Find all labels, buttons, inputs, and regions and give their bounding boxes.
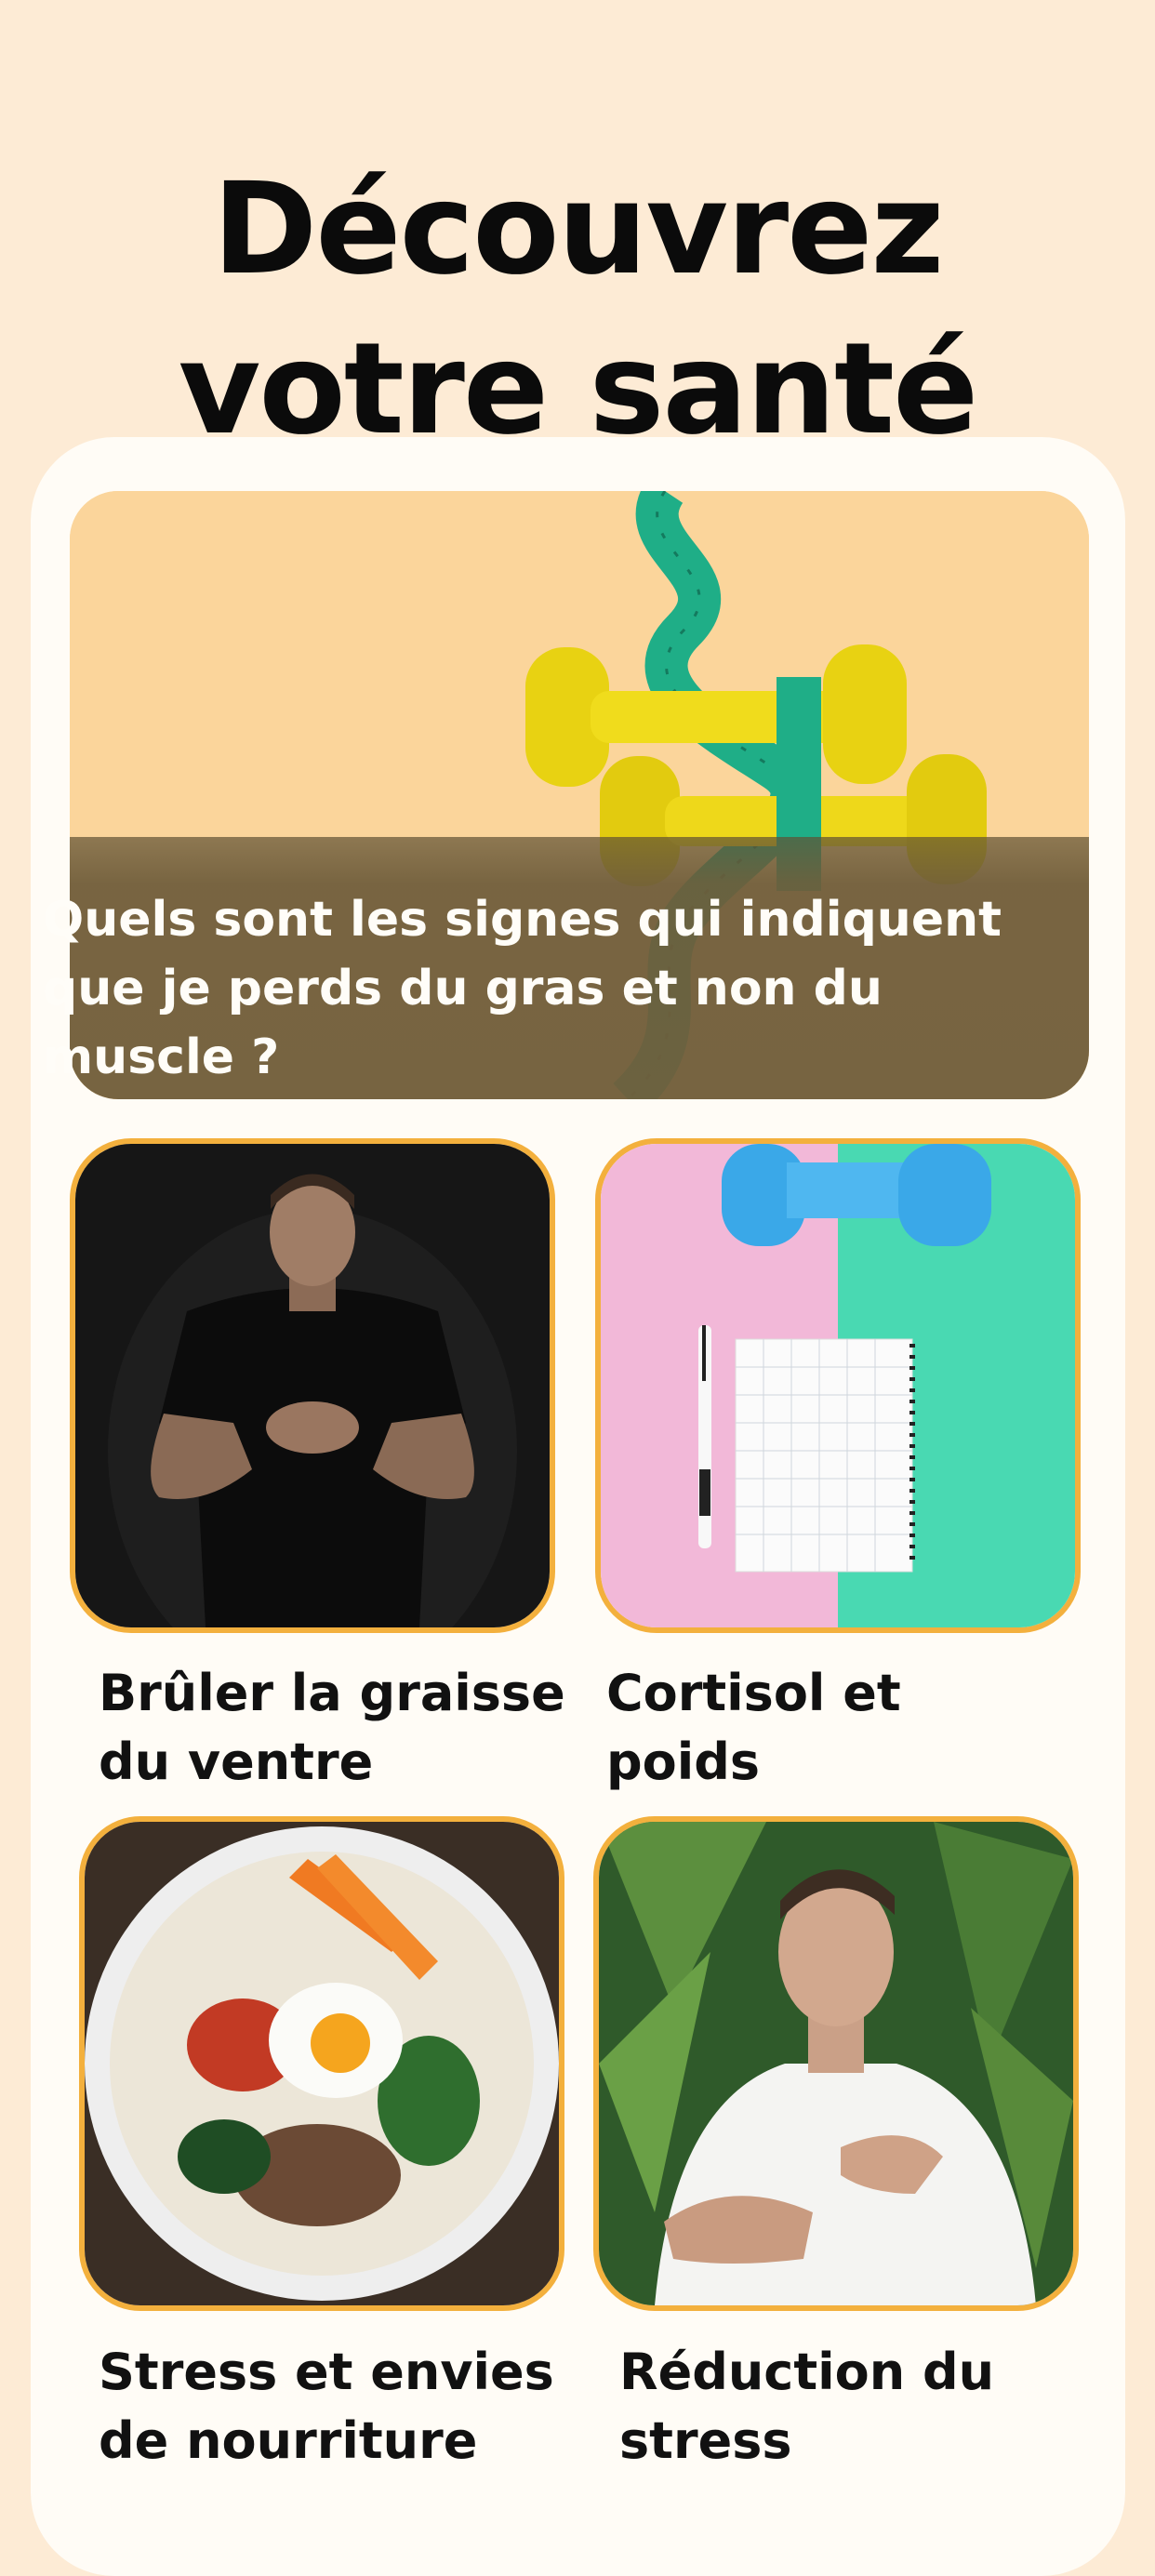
article-label-line: poids	[606, 1733, 761, 1791]
article-label-line: Brûler la graisse	[99, 1664, 565, 1722]
article-label-line: de nourriture	[99, 2411, 478, 2470]
article-tile-belly-fat[interactable]	[70, 1138, 555, 1633]
bibimbap-bowl-image	[85, 1822, 559, 2305]
article-label-line: du ventre	[99, 1733, 374, 1791]
page-title: Découvrez votre santé	[0, 150, 1155, 470]
article-label-stress-cravings[interactable]: Stress et envies de nourriture	[99, 2338, 582, 2476]
article-tile-cortisol[interactable]	[595, 1138, 1081, 1633]
breathing-man-image	[599, 1822, 1073, 2305]
article-tile-stress-reduction[interactable]	[593, 1816, 1079, 2311]
article-tile-stress-cravings[interactable]	[79, 1816, 564, 2311]
fit-man-image	[75, 1144, 550, 1627]
article-label-belly-fat[interactable]: Brûler la graisse du ventre	[99, 1659, 582, 1797]
article-label-line: Cortisol et	[606, 1664, 901, 1722]
article-label-line: Stress et envies	[99, 2343, 554, 2401]
article-label-line: stress	[619, 2411, 792, 2470]
hero-article-title[interactable]: Quels sont les signes qui indiquent que …	[43, 885, 1047, 1092]
page-title-line-1: Découvrez	[212, 156, 944, 304]
notebook-dumbbell-image	[601, 1144, 1075, 1627]
article-label-stress-reduction[interactable]: Réduction du stress	[619, 2338, 1103, 2476]
article-label-line: Réduction du	[619, 2343, 995, 2401]
article-label-cortisol[interactable]: Cortisol et poids	[606, 1659, 1090, 1797]
